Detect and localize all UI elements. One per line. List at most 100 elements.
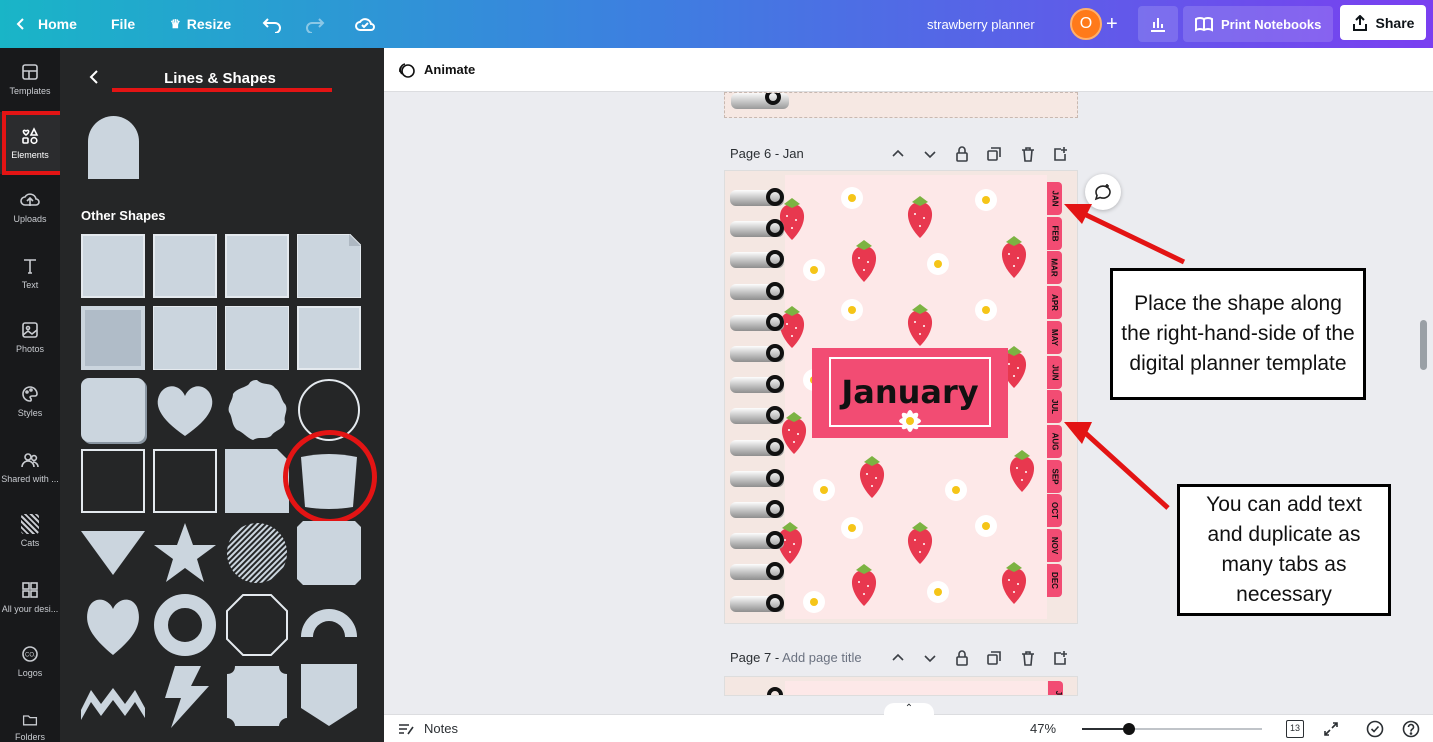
month-tab-label: JUN [1050,363,1060,381]
rail-item-uploads[interactable]: Uploads [0,176,60,238]
duplicate-icon[interactable] [986,650,1002,666]
notched-square-shape[interactable] [297,521,361,585]
square-shape[interactable] [81,234,145,298]
coil-ring [766,500,784,518]
show-pages-button[interactable]: ⌃ [884,703,934,715]
page-7-tab[interactable]: J [1048,681,1064,696]
redo-button[interactable] [305,0,325,48]
arch-shape[interactable] [88,116,139,179]
insights-button[interactable] [1138,6,1178,42]
animate-button[interactable]: Animate [398,61,475,79]
month-tab-label: APR [1050,294,1060,312]
instruction-callout-2: You can add text and duplicate as many t… [1177,484,1391,616]
resize-label: Resize [186,16,232,32]
resize-button[interactable]: ♛ Resize [170,0,231,48]
month-tab-dec[interactable]: DEC [1047,563,1062,597]
folded-corner-shape[interactable] [297,234,361,298]
month-tab-label: SEP [1050,468,1060,485]
scalloped-badge-shape[interactable] [225,378,289,442]
back-button[interactable] [88,68,100,91]
rail-item-photos[interactable]: Photos [0,306,60,368]
rail-item-styles[interactable]: Styles [0,370,60,432]
chevron-up-icon[interactable] [890,650,906,666]
invite-button[interactable]: + [1106,0,1118,48]
share-label: Share [1375,14,1415,31]
fullscreen-icon[interactable] [1323,721,1339,737]
rail-item-text[interactable]: Text [0,242,60,304]
animate-icon [399,62,415,78]
zoom-slider-thumb[interactable] [1123,723,1135,735]
rail-item-all-designs[interactable]: All your desi... [0,566,60,628]
square-shape-4[interactable] [297,306,361,370]
ring-shape[interactable] [153,593,217,657]
cloud-saved-button[interactable] [354,0,376,48]
square-outline-shape-2[interactable] [153,449,217,513]
check-circle-icon[interactable] [1366,720,1384,738]
file-menu[interactable]: File [111,0,135,48]
square-shape-3[interactable] [225,306,289,370]
trash-icon[interactable] [1020,650,1036,666]
page-7-background [785,681,1047,695]
share-button[interactable]: Share [1340,5,1426,40]
home-button[interactable]: Home [14,0,77,48]
rounded-square-shape[interactable] [81,378,145,442]
leaf-heart-shape[interactable] [81,593,145,657]
zigzag-shape[interactable] [81,664,145,728]
octagon-outline-shape[interactable] [225,593,289,657]
vertical-scrollbar[interactable] [1420,320,1427,370]
duplicate-icon[interactable] [986,146,1002,162]
lightning-shape[interactable] [153,664,217,728]
shield-shape[interactable] [297,664,361,728]
square-outline-thin-shape[interactable] [81,449,145,513]
square-shadow-shape[interactable] [225,234,289,298]
triangle-down-shape[interactable] [81,521,145,585]
undo-icon [262,18,281,33]
rail-item-shared[interactable]: Shared with ... [0,436,60,498]
shapes-panel: Lines & Shapes Other Shapes [60,48,384,742]
cut-corner-shape[interactable] [225,449,289,513]
zoom-level[interactable]: 47% [1030,721,1056,736]
undo-button[interactable] [262,0,282,48]
home-label: Home [38,16,77,32]
ornate-frame-shape[interactable] [225,664,289,728]
rail-item-templates[interactable]: Templates [0,48,60,110]
add-page-icon[interactable] [1052,146,1068,162]
heart-shape[interactable] [153,378,217,442]
zoom-slider-track[interactable] [1082,723,1262,735]
page-7-tab-label: J [1054,690,1064,696]
page-5-preview[interactable] [724,92,1078,118]
daisy-icon [899,410,921,432]
print-notebooks-button[interactable]: Print Notebooks [1183,6,1334,42]
page-7-preview[interactable]: J [724,676,1078,696]
page-6-title[interactable]: Page 6 - Jan [730,146,804,161]
chevron-down-icon[interactable] [922,146,938,162]
page-count-button[interactable]: 13 [1286,720,1304,738]
document-title[interactable]: strawberry planner [927,0,1035,48]
lock-icon[interactable] [954,146,970,162]
rail-label: Styles [17,408,43,418]
month-tab-nov[interactable]: NOV [1047,529,1062,562]
framed-square-shape[interactable] [81,306,145,370]
rail-item-folders[interactable]: Folders [0,694,60,742]
help-icon[interactable] [1402,720,1420,738]
rail-item-cats[interactable]: Cats [0,500,60,562]
add-page-icon[interactable] [1052,650,1068,666]
page-7-title[interactable]: Page 7 - Add page title [730,650,862,665]
square-shape-2[interactable] [153,306,217,370]
notes-button[interactable]: Notes [398,721,458,736]
rail-item-logos[interactable]: CO. Logos [0,630,60,692]
chevron-up-icon[interactable] [890,146,906,162]
chevron-down-icon[interactable] [922,650,938,666]
star-shape[interactable] [153,521,217,585]
cats-icon [21,514,39,534]
lock-icon[interactable] [954,650,970,666]
month-label-box[interactable]: January [812,348,1008,438]
photos-icon [22,322,38,338]
arch-outline-shape[interactable] [297,593,361,657]
square-outline-shape[interactable] [153,234,217,298]
animate-bar: Animate [384,48,1433,92]
striped-circle-shape[interactable] [225,521,289,585]
trash-icon[interactable] [1020,146,1036,162]
month-tab-label: OCT [1050,502,1060,520]
avatar[interactable]: O [1070,0,1102,48]
